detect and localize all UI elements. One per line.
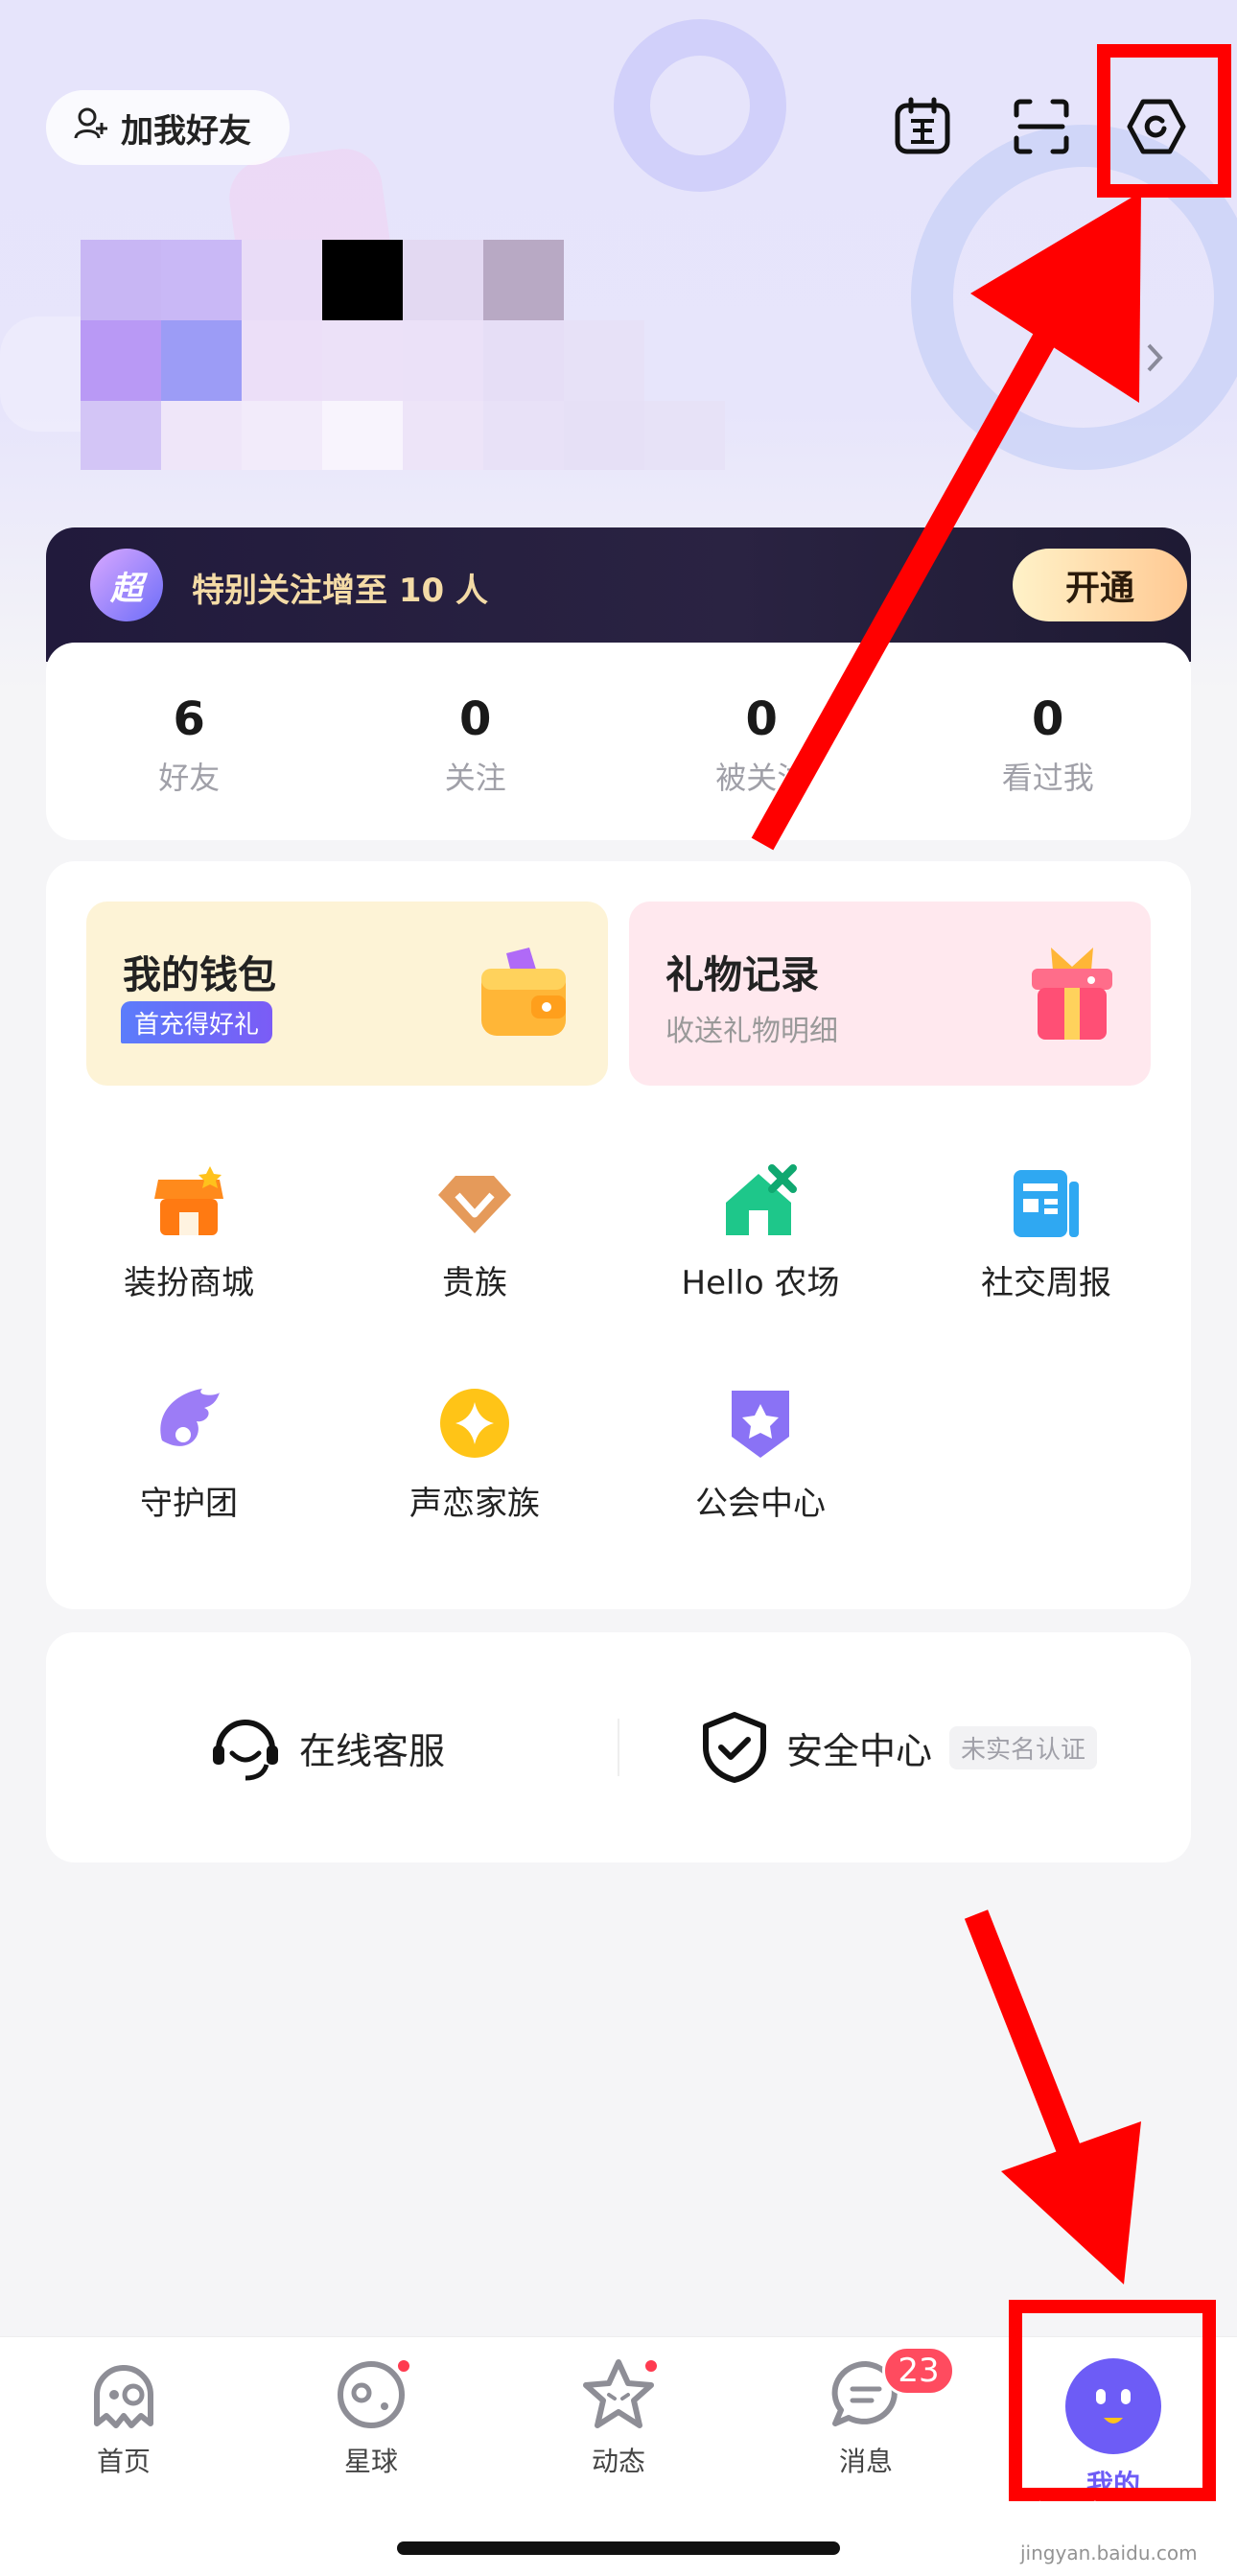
baidu-watermark: Bai 经验 (949, 2499, 1109, 2543)
baidu-watermark-url: jingyan.baidu.com (1020, 2541, 1198, 2564)
annotation-arrow-down (964, 1909, 1141, 2284)
